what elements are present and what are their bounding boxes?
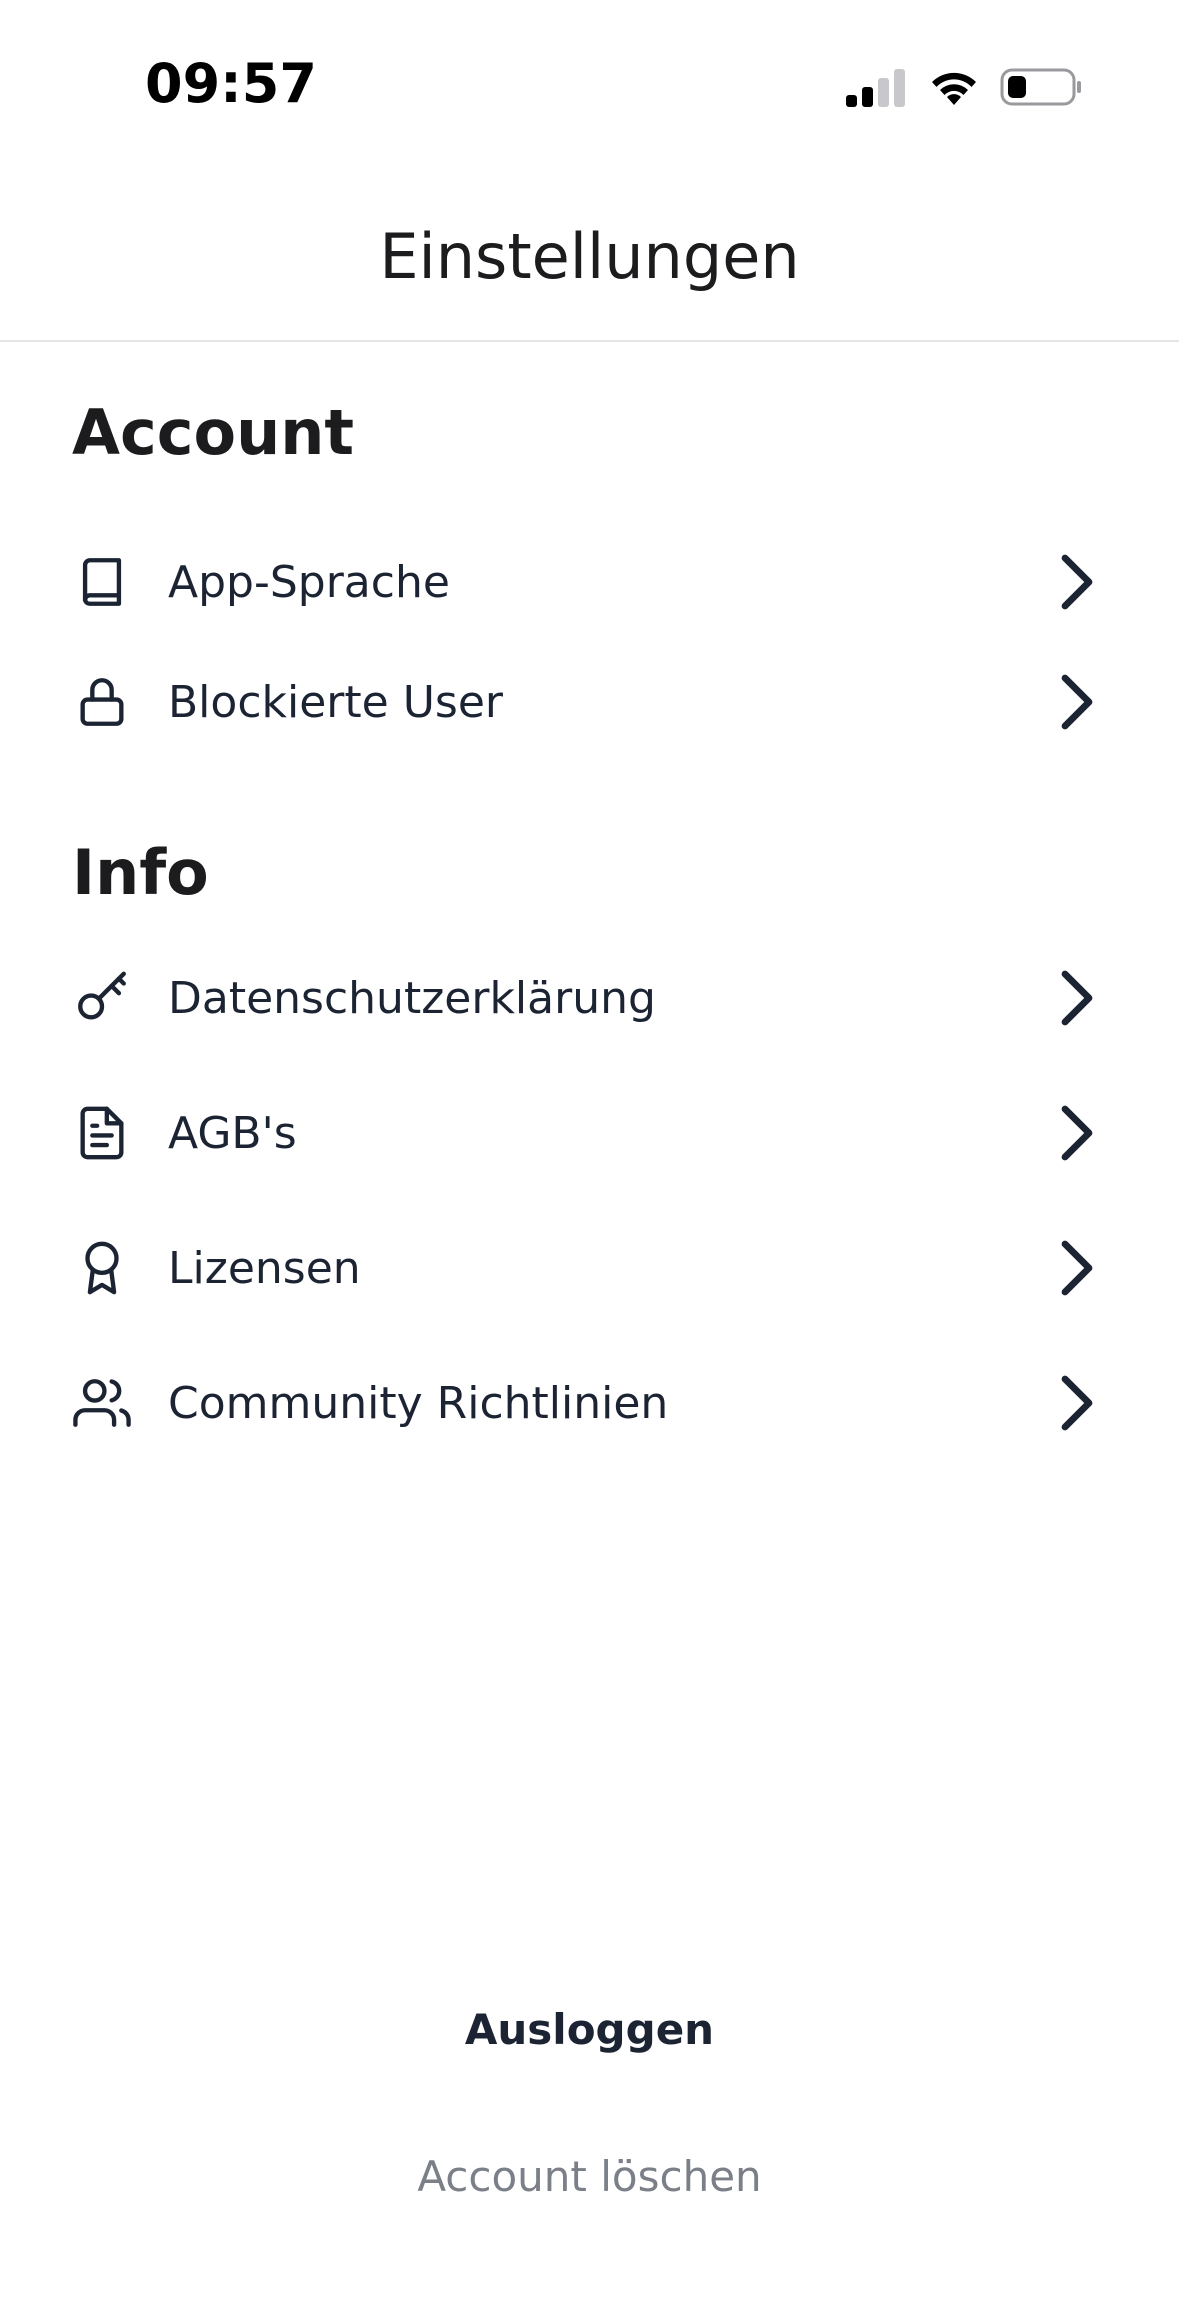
settings-item-label: Blockierte User xyxy=(168,676,503,728)
chevron-right-icon xyxy=(1055,552,1099,612)
status-icons xyxy=(846,62,1084,112)
page-title: Einstellungen xyxy=(379,220,800,293)
users-icon xyxy=(72,1373,132,1433)
chevron-right-icon xyxy=(1055,1103,1099,1163)
delete-account-button[interactable]: Account löschen xyxy=(0,2152,1179,2201)
settings-item-label: AGB's xyxy=(168,1107,297,1159)
settings-item-label: Datenschutzerklärung xyxy=(168,972,656,1024)
settings-item-terms[interactable]: AGB's xyxy=(0,1078,1179,1188)
chevron-right-icon xyxy=(1055,1238,1099,1298)
settings-item-label: Lizensen xyxy=(168,1242,361,1294)
award-icon xyxy=(72,1238,132,1298)
document-icon xyxy=(72,1103,132,1163)
logout-button[interactable]: Ausloggen xyxy=(0,2005,1179,2054)
wifi-icon xyxy=(928,67,980,107)
navigation-header: Einstellungen xyxy=(0,170,1179,342)
status-time: 09:57 xyxy=(145,52,317,115)
chevron-right-icon xyxy=(1055,1373,1099,1433)
section-heading-info: Info xyxy=(72,836,209,909)
settings-item-label: App-Sprache xyxy=(168,556,450,608)
chevron-right-icon xyxy=(1055,968,1099,1028)
settings-item-app-language[interactable]: App-Sprache xyxy=(0,527,1179,637)
settings-item-privacy-policy[interactable]: Datenschutzerklärung xyxy=(0,943,1179,1053)
settings-item-licenses[interactable]: Lizensen xyxy=(0,1213,1179,1323)
lock-icon xyxy=(72,672,132,732)
settings-item-community-guidelines[interactable]: Community Richtlinien xyxy=(0,1348,1179,1458)
key-icon xyxy=(72,968,132,1028)
battery-icon xyxy=(1000,67,1084,107)
status-bar: 09:57 xyxy=(0,0,1179,170)
chevron-right-icon xyxy=(1055,672,1099,732)
settings-screen: 09:57 Einstellungen Account App-Sprache … xyxy=(0,0,1179,2304)
section-heading-account: Account xyxy=(72,396,354,469)
settings-item-blocked-users[interactable]: Blockierte User xyxy=(0,647,1179,757)
book-icon xyxy=(72,552,132,612)
settings-item-label: Community Richtlinien xyxy=(168,1377,669,1429)
cellular-signal-icon xyxy=(846,67,908,107)
